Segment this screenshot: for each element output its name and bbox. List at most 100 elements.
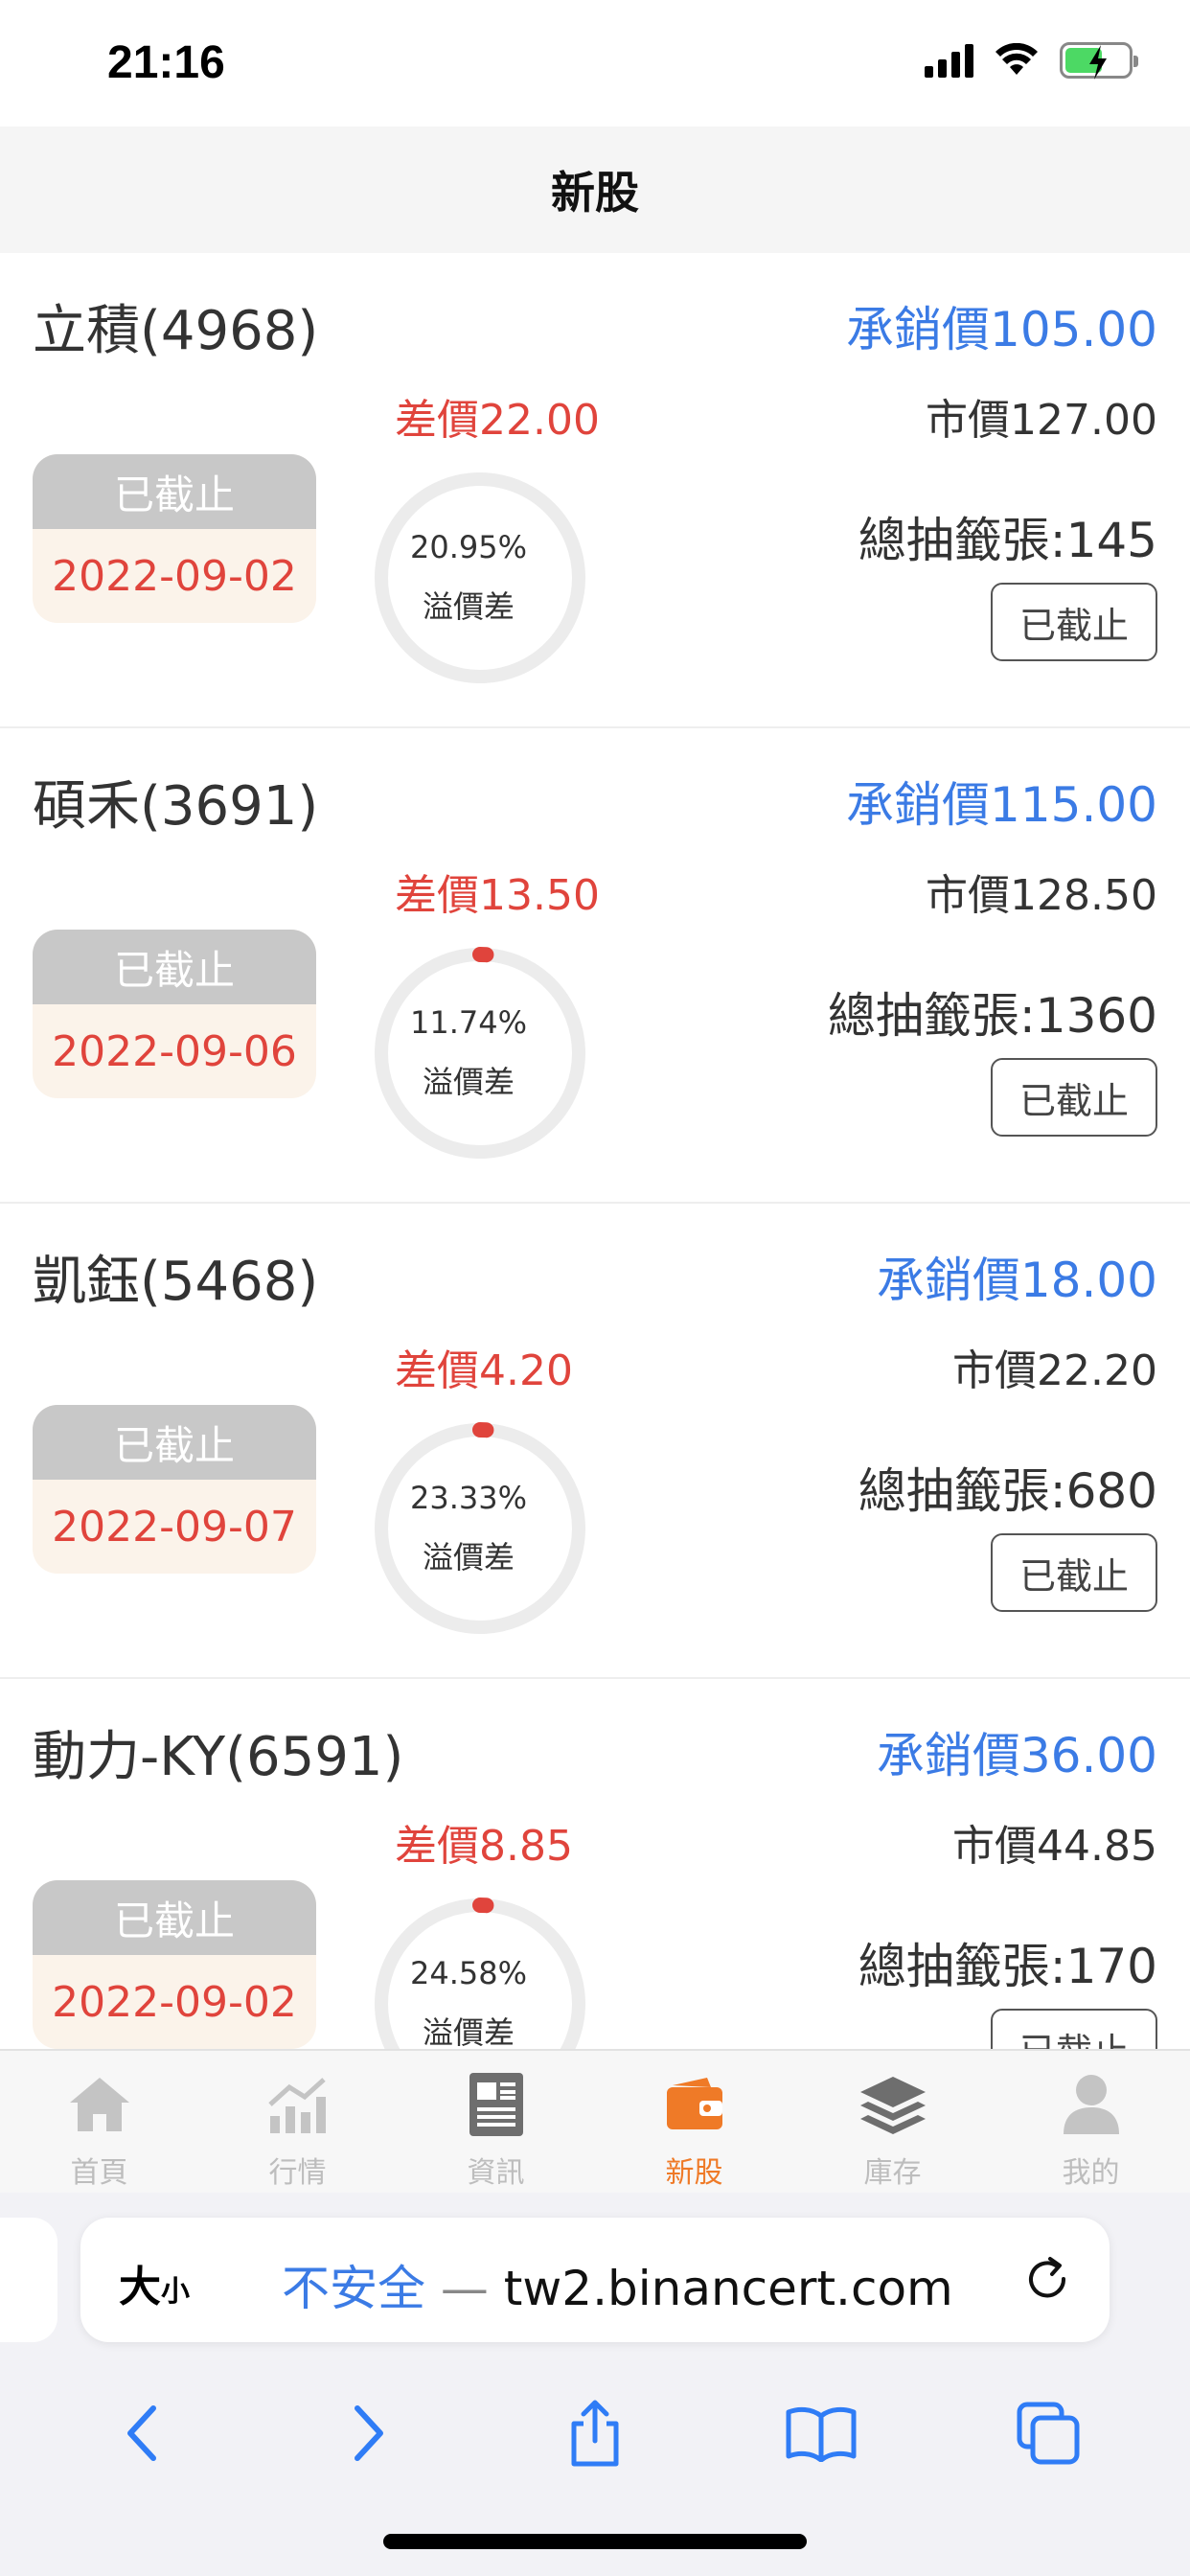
stock-name: 碩禾(3691) (33, 775, 319, 838)
premium-label: 溢價差 (422, 1539, 515, 1576)
ipo-card[interactable]: 立積(4968) 承銷價105.00 差價22.00 市價127.00 已截止 … (0, 253, 1190, 728)
closed-button[interactable]: 已截止 (991, 1533, 1157, 1612)
tab-label: 首頁 (70, 2156, 128, 2190)
market-price: 市價127.00 (926, 396, 1157, 445)
address-bar[interactable]: 大小 不安全 — tw2.binancert.com (80, 2218, 1110, 2342)
text-size-large: 大 (119, 2263, 161, 2312)
stock-name: 立積(4968) (33, 300, 319, 362)
closed-button[interactable]: 已截止 (991, 583, 1157, 661)
tab-news[interactable]: 資訊 (397, 2051, 595, 2195)
total-draw-lots: 總抽籤張:145 (858, 513, 1157, 568)
premium-percent: 11.74% (409, 1004, 527, 1041)
tab-market[interactable]: 行情 (198, 2051, 397, 2195)
deadline-status: 已截止 (33, 1405, 316, 1480)
premium-percent: 23.33% (409, 1480, 527, 1516)
insecure-label: 不安全 (282, 2261, 425, 2316)
tabs-button[interactable] (1000, 2385, 1096, 2481)
status-bar: 21:16 (0, 0, 1190, 126)
deadline-status: 已截止 (33, 930, 316, 1004)
deadline-box: 已截止 2022-09-02 (33, 454, 316, 623)
underwrite-price: 承銷價105.00 (846, 302, 1157, 357)
browser-chrome: 大小 不安全 — tw2.binancert.com (0, 2193, 1190, 2576)
premium-ring: 24.58% 溢價差 (372, 1896, 588, 2049)
bottom-tab-bar: 首頁 行情 資訊 新股 庫存 我的 (0, 2049, 1190, 2193)
text-size-button[interactable]: 大小 (119, 2252, 190, 2313)
premium-percent: 24.58% (409, 1955, 527, 1991)
premium-label: 溢價差 (422, 588, 515, 625)
ipo-card[interactable]: 動力-KY(6591) 承銷價36.00 差價8.85 市價44.85 已截止 … (0, 1679, 1190, 2049)
share-button[interactable] (547, 2385, 643, 2481)
url-separator: — (425, 2261, 504, 2316)
chevron-left-icon (127, 2405, 157, 2461)
deadline-box: 已截止 2022-09-02 (33, 1880, 316, 2049)
underwrite-price: 承銷價36.00 (876, 1728, 1157, 1783)
total-draw-lots: 總抽籤張:170 (858, 1939, 1157, 1994)
deadline-status: 已截止 (33, 1880, 316, 1955)
user-icon (1055, 2068, 1128, 2141)
status-time: 21:16 (107, 37, 225, 88)
stock-name: 動力-KY(6591) (33, 1726, 404, 1788)
book-icon (786, 2406, 857, 2462)
home-icon (63, 2068, 136, 2141)
layers-icon (857, 2068, 929, 2141)
ipo-card[interactable]: 碩禾(3691) 承銷價115.00 差價13.50 市價128.50 已截止 … (0, 728, 1190, 1204)
tab-label: 庫存 (863, 2156, 922, 2190)
chart-icon (262, 2068, 334, 2141)
cellular-signal-icon (925, 43, 973, 78)
news-icon (460, 2068, 533, 2141)
price-difference: 差價13.50 (395, 871, 600, 920)
deadline-date: 2022-09-02 (52, 1977, 297, 2027)
tab-label: 行情 (268, 2156, 327, 2190)
wifi-icon (995, 43, 1038, 75)
tab-profile[interactable]: 我的 (992, 2051, 1190, 2195)
total-draw-lots: 總抽籤張:1360 (827, 988, 1157, 1044)
wallet-icon (658, 2068, 731, 2141)
premium-ring: 20.95% 溢價差 (372, 470, 588, 686)
ipo-list[interactable]: 立積(4968) 承銷價105.00 差價22.00 市價127.00 已截止 … (0, 253, 1190, 2049)
forward-button[interactable] (321, 2385, 417, 2481)
premium-ring: 23.33% 溢價差 (372, 1420, 588, 1637)
tab-label: 我的 (1062, 2156, 1120, 2190)
page-header: 新股 (0, 126, 1190, 253)
deadline-box: 已截止 2022-09-07 (33, 1405, 316, 1574)
bookmarks-button[interactable] (773, 2385, 869, 2481)
reload-icon[interactable] (1021, 2254, 1075, 2308)
home-indicator (383, 2534, 807, 2549)
closed-button[interactable]: 已截止 (991, 1058, 1157, 1137)
deadline-date: 2022-09-06 (52, 1026, 297, 1076)
closed-button[interactable]: 已截止 (991, 2009, 1157, 2049)
text-size-small: 小 (161, 2275, 190, 2309)
deadline-date: 2022-09-02 (52, 551, 297, 601)
page-title: 新股 (551, 167, 639, 218)
deadline-box: 已截止 2022-09-06 (33, 930, 316, 1098)
total-draw-lots: 總抽籤張:680 (858, 1463, 1157, 1519)
tab-home[interactable]: 首頁 (0, 2051, 198, 2195)
tab-inventory[interactable]: 庫存 (793, 2051, 992, 2195)
underwrite-price: 承銷價18.00 (876, 1253, 1157, 1308)
price-difference: 差價8.85 (395, 1822, 573, 1871)
tab-label: 資訊 (467, 2156, 525, 2190)
market-price: 市價22.20 (952, 1346, 1157, 1395)
share-icon (571, 2400, 619, 2467)
market-price: 市價128.50 (926, 871, 1157, 920)
premium-ring: 11.74% 溢價差 (372, 945, 588, 1162)
browser-toolbar (0, 2380, 1190, 2486)
url-display[interactable]: 不安全 — tw2.binancert.com (282, 2250, 953, 2319)
status-icons (925, 42, 1138, 80)
deadline-status: 已截止 (33, 454, 316, 529)
deadline-date: 2022-09-07 (52, 1502, 297, 1552)
back-button[interactable] (94, 2385, 190, 2481)
tab-ipo[interactable]: 新股 (595, 2051, 793, 2195)
price-difference: 差價22.00 (395, 396, 600, 445)
chevron-right-icon (354, 2405, 383, 2461)
underwrite-price: 承銷價115.00 (846, 777, 1157, 833)
premium-percent: 20.95% (409, 529, 527, 565)
previous-tab-preview[interactable] (0, 2218, 57, 2342)
premium-label: 溢價差 (422, 2014, 515, 2049)
ipo-card[interactable]: 凱鈺(5468) 承銷價18.00 差價4.20 市價22.20 已截止 202… (0, 1204, 1190, 1679)
premium-label: 溢價差 (422, 1064, 515, 1100)
market-price: 市價44.85 (952, 1822, 1157, 1871)
tab-label: 新股 (665, 2156, 723, 2190)
stock-name: 凱鈺(5468) (33, 1251, 319, 1313)
price-difference: 差價4.20 (395, 1346, 573, 1395)
